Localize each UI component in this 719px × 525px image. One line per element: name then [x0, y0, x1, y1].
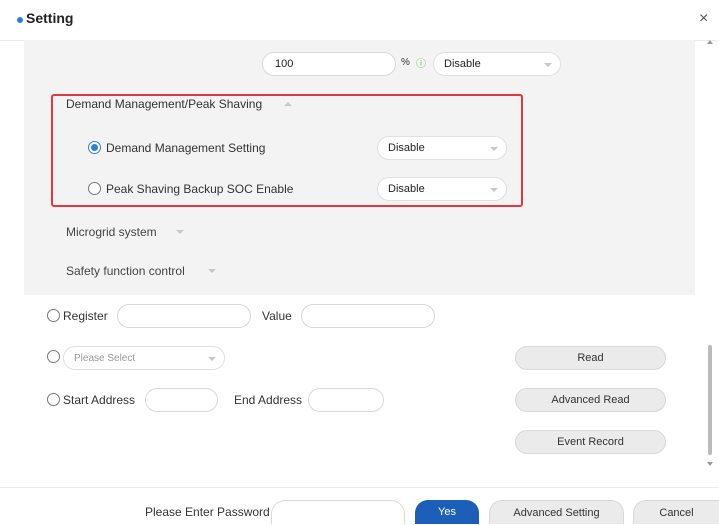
event-record-button[interactable]: Event Record — [515, 430, 666, 454]
cancel-button[interactable]: Cancel — [633, 500, 719, 524]
chevron-down-icon — [544, 63, 552, 67]
yes-button[interactable]: Yes — [415, 500, 479, 524]
start-address-label: Start Address — [63, 393, 136, 407]
address-radio[interactable] — [47, 393, 60, 406]
peak-shaving-select-value: Disable — [388, 183, 425, 195]
read-button[interactable]: Read — [515, 346, 666, 370]
scrollbar-thumb[interactable] — [708, 345, 712, 455]
peak-shaving-label: Peak Shaving Backup SOC Enable — [106, 182, 294, 196]
register-select-placeholder: Please Select — [74, 352, 136, 364]
chevron-down-icon — [208, 357, 216, 361]
register-label: Register — [63, 309, 108, 323]
chevron-down-icon[interactable] — [176, 230, 184, 234]
chevron-down-icon[interactable] — [208, 269, 216, 273]
demand-management-label: Demand Management Setting — [106, 141, 266, 155]
demand-management-radio[interactable] — [88, 141, 101, 154]
percent-unit: % — [401, 57, 410, 68]
demand-management-select[interactable]: Disable — [377, 136, 507, 160]
title-dot-icon — [17, 17, 23, 23]
end-address-input[interactable] — [308, 388, 384, 412]
peak-shaving-select[interactable]: Disable — [377, 177, 507, 201]
top-disable-select[interactable]: Disable — [433, 52, 561, 76]
advanced-setting-button[interactable]: Advanced Setting — [489, 500, 624, 524]
password-label: Please Enter Password — [145, 505, 270, 519]
chevron-down-icon — [490, 188, 498, 192]
value-input[interactable] — [301, 304, 435, 328]
value-label: Value — [262, 309, 292, 323]
chevron-down-icon — [490, 147, 498, 151]
register-input[interactable] — [117, 304, 251, 328]
register-select[interactable]: Please Select — [63, 346, 225, 370]
info-icon[interactable]: ⓘ — [416, 55, 426, 70]
percent-input-value: 100 — [275, 58, 294, 70]
percent-input[interactable]: 100 — [262, 52, 396, 76]
end-address-label: End Address — [234, 393, 303, 407]
peak-shaving-radio[interactable] — [88, 182, 101, 195]
select-radio[interactable] — [47, 350, 60, 363]
safety-section-header[interactable]: Safety function control — [66, 264, 185, 278]
advanced-read-button[interactable]: Advanced Read — [515, 388, 666, 412]
scroll-down-icon[interactable] — [707, 462, 713, 466]
close-icon[interactable]: × — [699, 10, 708, 28]
footer-divider — [0, 487, 719, 488]
demand-management-select-value: Disable — [388, 142, 425, 154]
scroll-up-icon[interactable] — [707, 40, 713, 44]
window-title: Setting — [26, 10, 74, 26]
start-address-input[interactable] — [145, 388, 218, 412]
top-disable-select-value: Disable — [444, 58, 481, 70]
password-input[interactable] — [271, 500, 405, 524]
register-radio[interactable] — [47, 309, 60, 322]
microgrid-section-header[interactable]: Microgrid system — [66, 225, 157, 239]
